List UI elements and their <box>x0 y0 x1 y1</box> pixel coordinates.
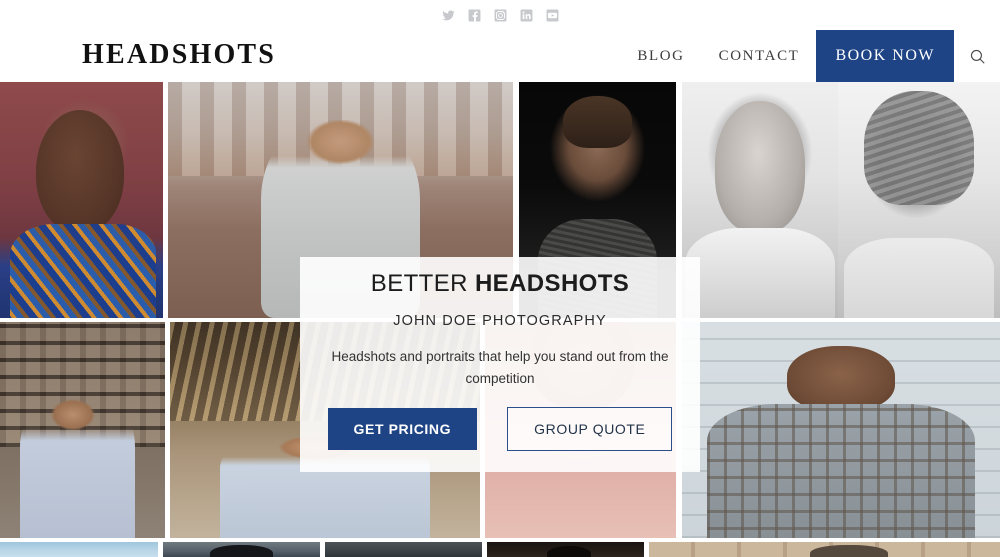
social-bar <box>0 0 1000 30</box>
hero-title: BETTER HEADSHOTS <box>371 269 629 299</box>
main-nav: BLOG CONTACT BOOK NOW <box>620 29 1000 83</box>
facebook-icon[interactable] <box>468 9 481 22</box>
hero-title-light: BETTER <box>370 270 475 297</box>
gallery-photo-row1-1[interactable] <box>0 82 163 318</box>
hero-description: Headshots and portraits that help you st… <box>331 349 669 387</box>
gallery-photo-row1-4[interactable] <box>682 82 838 318</box>
site-header: HEADSHOTS BLOG CONTACT BOOK NOW <box>0 29 1000 83</box>
group-quote-button[interactable]: GROUP QUOTE <box>507 406 673 451</box>
nav-item-contact[interactable]: CONTACT <box>702 48 817 65</box>
hero-overlay-card: BETTER HEADSHOTS JOHN DOE PHOTOGRAPHY He… <box>300 257 700 472</box>
search-icon[interactable] <box>954 30 1000 83</box>
hero-action-row: GET PRICING GROUP QUOTE <box>327 406 673 451</box>
gallery-photo-row2-1[interactable] <box>0 322 165 538</box>
linkedin-icon[interactable] <box>520 9 533 22</box>
gallery-photo-row3-2[interactable] <box>163 542 320 557</box>
instagram-icon[interactable] <box>494 9 507 22</box>
gallery-photo-row3-1[interactable] <box>0 542 158 557</box>
gallery-photo-row3-4[interactable] <box>487 542 644 557</box>
twitter-icon[interactable] <box>442 9 455 22</box>
nav-item-blog[interactable]: BLOG <box>620 48 701 65</box>
gallery-photo-row3-3[interactable] <box>325 542 482 557</box>
youtube-icon[interactable] <box>546 9 559 22</box>
gallery-photo-row1-5[interactable] <box>838 82 1000 318</box>
gallery-photo-row2-4[interactable] <box>682 322 1000 538</box>
gallery-photo-row3-5[interactable] <box>649 542 1000 557</box>
book-now-button[interactable]: BOOK NOW <box>816 29 954 83</box>
site-logo[interactable]: HEADSHOTS <box>82 41 276 71</box>
hero-subtitle: JOHN DOE PHOTOGRAPHY <box>393 313 607 329</box>
get-pricing-button[interactable]: GET PRICING <box>327 407 478 450</box>
hero-title-bold: HEADSHOTS <box>474 270 630 297</box>
